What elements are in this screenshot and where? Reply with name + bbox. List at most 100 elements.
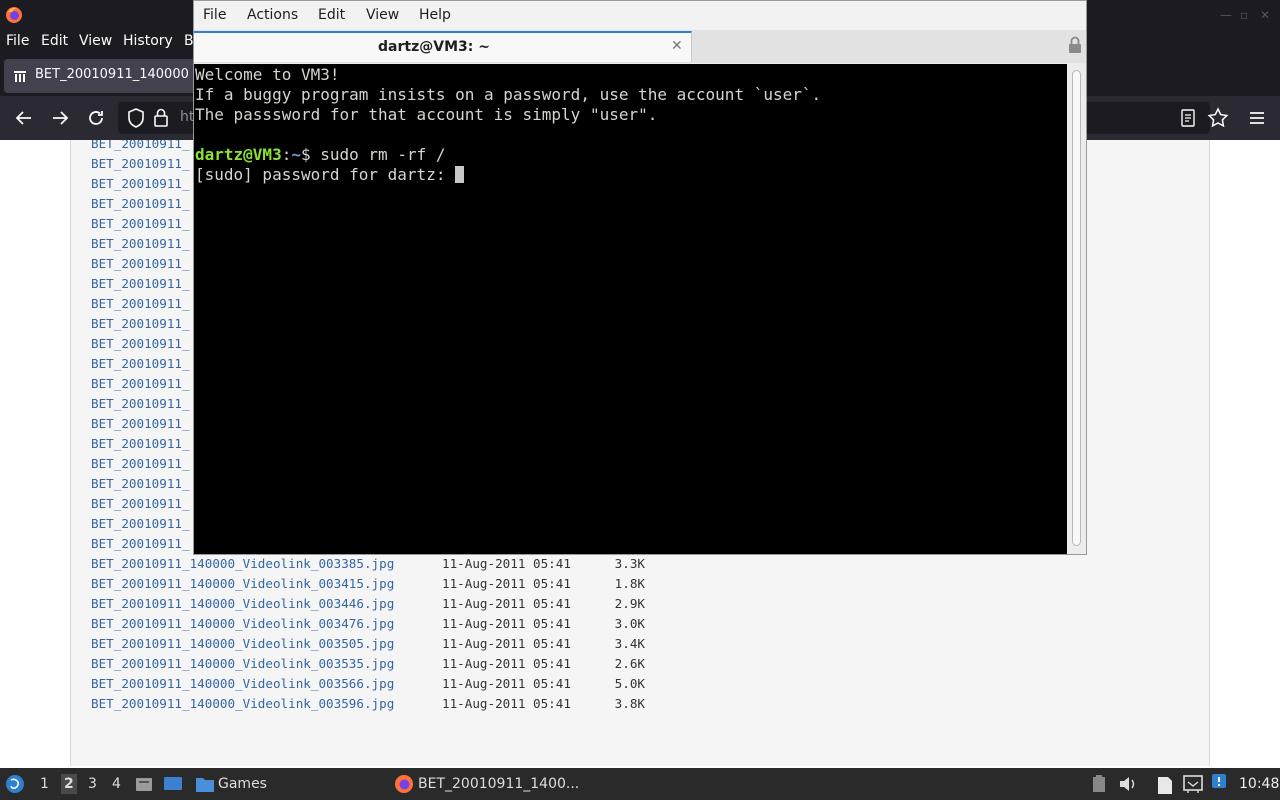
menu-history[interactable]: History	[123, 33, 173, 49]
terminal-menubar: File Actions Edit View Help	[194, 1, 1086, 30]
bookmark-star-icon[interactable]	[1206, 106, 1230, 130]
firefox-logo-icon	[6, 7, 22, 23]
file-size: 3.4K	[614, 636, 645, 651]
clipboard-icon[interactable]	[1156, 773, 1174, 795]
file-link[interactable]: BET_20010911_140000_Videolink_003566.jpg	[91, 676, 394, 691]
forward-icon[interactable]	[48, 106, 72, 130]
terminal-tab[interactable]: dartz@VM3: ~ ✕	[194, 31, 692, 62]
file-size: 1.8K	[614, 576, 645, 591]
file-link[interactable]: BET_20010911_	[91, 396, 190, 411]
file-link[interactable]: BET_20010911_	[91, 236, 190, 251]
file-link[interactable]: BET_20010911_	[91, 276, 190, 291]
workspace-1[interactable]: 1	[40, 776, 49, 792]
file-link[interactable]: BET_20010911_	[91, 256, 190, 271]
file-link[interactable]: BET_20010911_	[91, 316, 190, 331]
firefox-task-label: BET_20010911_1400...	[418, 776, 580, 792]
file-size: 3.0K	[614, 616, 645, 631]
shield-icon[interactable]	[126, 107, 146, 129]
file-link[interactable]: BET_20010911_	[91, 516, 190, 531]
file-date: 11-Aug-2011 05:41	[442, 696, 571, 711]
file-link[interactable]: BET_20010911_	[91, 456, 190, 471]
text-cursor	[455, 166, 465, 183]
lock-icon[interactable]	[154, 108, 168, 128]
file-link[interactable]: BET_20010911_	[91, 156, 190, 171]
file-link[interactable]: BET_20010911_	[91, 356, 190, 371]
reload-icon[interactable]	[84, 106, 108, 130]
workspace-4[interactable]: 4	[112, 776, 121, 792]
terminal-screen[interactable]: Welcome to VM3! If a buggy program insis…	[194, 64, 1067, 554]
terminal-menu-edit[interactable]: Edit	[318, 7, 345, 23]
file-link[interactable]: BET_20010911_	[91, 176, 190, 191]
file-link[interactable]: BET_20010911_	[91, 496, 190, 511]
workspace-2[interactable]: 2	[61, 774, 77, 794]
file-link[interactable]: BET_20010911_140000_Videolink_003476.jpg	[91, 616, 394, 631]
file-size: 2.6K	[614, 656, 645, 671]
prompt-path: ~	[291, 145, 301, 164]
file-date: 11-Aug-2011 05:41	[442, 676, 571, 691]
firefox-icon	[395, 775, 413, 793]
file-date: 11-Aug-2011 05:41	[442, 616, 571, 631]
file-date: 11-Aug-2011 05:41	[442, 576, 571, 591]
file-link[interactable]: BET_20010911_	[91, 476, 190, 491]
desktop-icon[interactable]	[163, 775, 183, 793]
file-link[interactable]: BET_20010911_	[91, 140, 190, 151]
file-link[interactable]: BET_20010911_	[91, 436, 190, 451]
games-launcher[interactable]: Games	[218, 776, 267, 792]
file-link[interactable]: BET_20010911_	[91, 416, 190, 431]
battery-icon[interactable]	[1092, 775, 1106, 793]
lock-icon[interactable]	[1068, 36, 1082, 54]
folder-icon[interactable]	[195, 775, 215, 793]
terminal-menu-view[interactable]: View	[366, 7, 399, 23]
terminal-menu-help[interactable]: Help	[419, 7, 451, 23]
file-link[interactable]: BET_20010911_140000_Videolink_003415.jpg	[91, 576, 394, 591]
terminal-sudo-line: [sudo] password for dartz:	[195, 165, 1067, 185]
file-link[interactable]: BET_20010911_	[91, 296, 190, 311]
file-link[interactable]: BET_20010911_	[91, 376, 190, 391]
file-date: 11-Aug-2011 05:41	[442, 556, 571, 571]
volume-icon[interactable]	[1118, 775, 1138, 793]
terminal-menu-file[interactable]: File	[203, 7, 226, 23]
start-menu-icon[interactable]	[5, 774, 25, 794]
terminal-tab-title: dartz@VM3: ~	[378, 39, 490, 55]
menu-edit[interactable]: Edit	[41, 33, 68, 49]
prompt-separator: :	[281, 145, 292, 164]
app-menu-icon[interactable]	[1245, 106, 1269, 130]
file-size: 3.3K	[614, 556, 645, 571]
close-tab-icon[interactable]: ✕	[671, 38, 683, 54]
maximize-icon[interactable]: ▫	[1240, 9, 1252, 21]
minimize-icon[interactable]: —	[1220, 9, 1232, 21]
network-icon[interactable]	[1182, 774, 1204, 794]
workspace-3[interactable]: 3	[88, 776, 97, 792]
file-link[interactable]: BET_20010911_	[91, 216, 190, 231]
terminal-scrollbar[interactable]	[1067, 64, 1086, 554]
back-icon[interactable]	[12, 106, 36, 130]
file-link[interactable]: BET_20010911_	[91, 536, 190, 551]
file-link[interactable]: BET_20010911_140000_Videolink_003385.jpg	[91, 556, 394, 571]
terminal-menu-actions[interactable]: Actions	[247, 7, 298, 23]
close-icon[interactable]: ✕	[1260, 9, 1272, 21]
file-manager-icon[interactable]	[135, 775, 153, 793]
firefox-taskbar-button[interactable]: BET_20010911_1400...	[388, 768, 588, 800]
browser-tab-title: BET_20010911_140000	[35, 67, 189, 82]
prompt-command: $ sudo rm -rf /	[300, 145, 446, 164]
file-link[interactable]: BET_20010911_140000_Videolink_003596.jpg	[91, 696, 394, 711]
menu-view[interactable]: View	[79, 33, 112, 49]
reader-view-icon[interactable]	[1180, 109, 1196, 127]
clock: 10:48	[1239, 776, 1280, 792]
file-link[interactable]: BET_20010911_140000_Videolink_003446.jpg	[91, 596, 394, 611]
file-size: 3.8K	[614, 696, 645, 711]
terminal-line: The passsword for that account is simply…	[195, 105, 658, 124]
file-size: 5.0K	[614, 676, 645, 691]
file-link[interactable]: BET_20010911_	[91, 196, 190, 211]
terminal-line: If a buggy program insists on a password…	[195, 85, 822, 104]
archive-icon	[14, 71, 26, 82]
file-link[interactable]: BET_20010911_140000_Videolink_003535.jpg	[91, 656, 394, 671]
file-link[interactable]: BET_20010911_	[91, 336, 190, 351]
menu-file[interactable]: File	[6, 33, 29, 49]
file-date: 11-Aug-2011 05:41	[442, 636, 571, 651]
file-link[interactable]: BET_20010911_140000_Videolink_003505.jpg	[91, 636, 394, 651]
terminal-line: Welcome to VM3!	[195, 65, 340, 84]
scrollbar-thumb[interactable]	[1072, 70, 1081, 546]
notification-icon[interactable]	[1212, 774, 1226, 788]
